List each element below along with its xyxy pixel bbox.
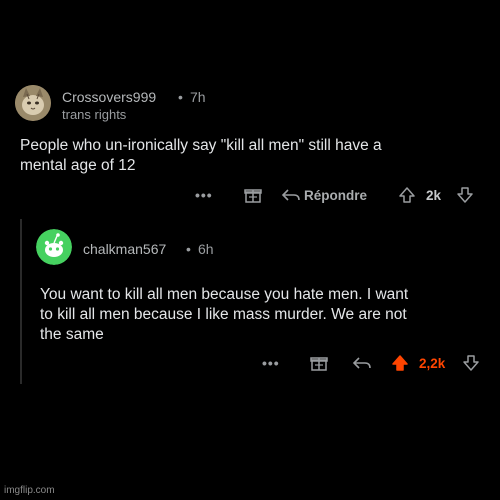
upvote-arrow-icon[interactable] xyxy=(391,352,409,374)
reply-button[interactable]: Répondre xyxy=(304,184,367,206)
reply-arrow-icon[interactable] xyxy=(281,184,301,206)
watermark: imgflip.com xyxy=(4,485,55,496)
comment-chalkman567: chalkman567 • 6h You want to kill all me… xyxy=(0,215,500,390)
downvote-arrow-icon[interactable] xyxy=(462,352,480,374)
comment-body-line: to kill all men because I like mass murd… xyxy=(40,306,407,323)
comment-body-line: People who un-ironically say "kill all m… xyxy=(20,137,382,154)
comment-body: You want to kill all men because you hat… xyxy=(40,285,408,345)
user-avatar[interactable] xyxy=(36,229,72,265)
comment-body-line: You want to kill all men because you hat… xyxy=(40,286,409,303)
gift-icon[interactable] xyxy=(310,352,328,374)
gift-icon[interactable] xyxy=(244,184,262,206)
user-flair: trans rights xyxy=(62,107,127,122)
separator: • xyxy=(186,241,191,257)
username[interactable]: chalkman567 xyxy=(83,241,166,257)
more-options-button[interactable]: ••• xyxy=(195,184,213,206)
comment-body: People who un-ironically say "kill all m… xyxy=(20,136,382,176)
comment-crossovers999: Crossovers999 • 7h trans rights People w… xyxy=(0,0,500,215)
reply-arrow-icon[interactable] xyxy=(352,352,372,374)
snoo-avatar-icon xyxy=(36,229,72,265)
separator: • xyxy=(178,89,183,105)
comment-body-line: the same xyxy=(40,326,104,343)
user-avatar[interactable] xyxy=(15,85,51,121)
score: 2k xyxy=(426,187,442,203)
comment-actions: ••• Répondre 2k xyxy=(0,184,500,206)
cat-avatar-icon xyxy=(15,85,51,121)
timestamp: 6h xyxy=(198,241,214,257)
more-options-button[interactable]: ••• xyxy=(262,352,280,374)
score: 2,2k xyxy=(419,355,446,371)
timestamp: 7h xyxy=(190,89,206,105)
upvote-arrow-icon[interactable] xyxy=(398,184,416,206)
comment-body-line: mental age of 12 xyxy=(20,157,136,174)
comment-actions: ••• 2,2k xyxy=(0,352,500,374)
username[interactable]: Crossovers999 xyxy=(62,89,156,105)
downvote-arrow-icon[interactable] xyxy=(456,184,474,206)
